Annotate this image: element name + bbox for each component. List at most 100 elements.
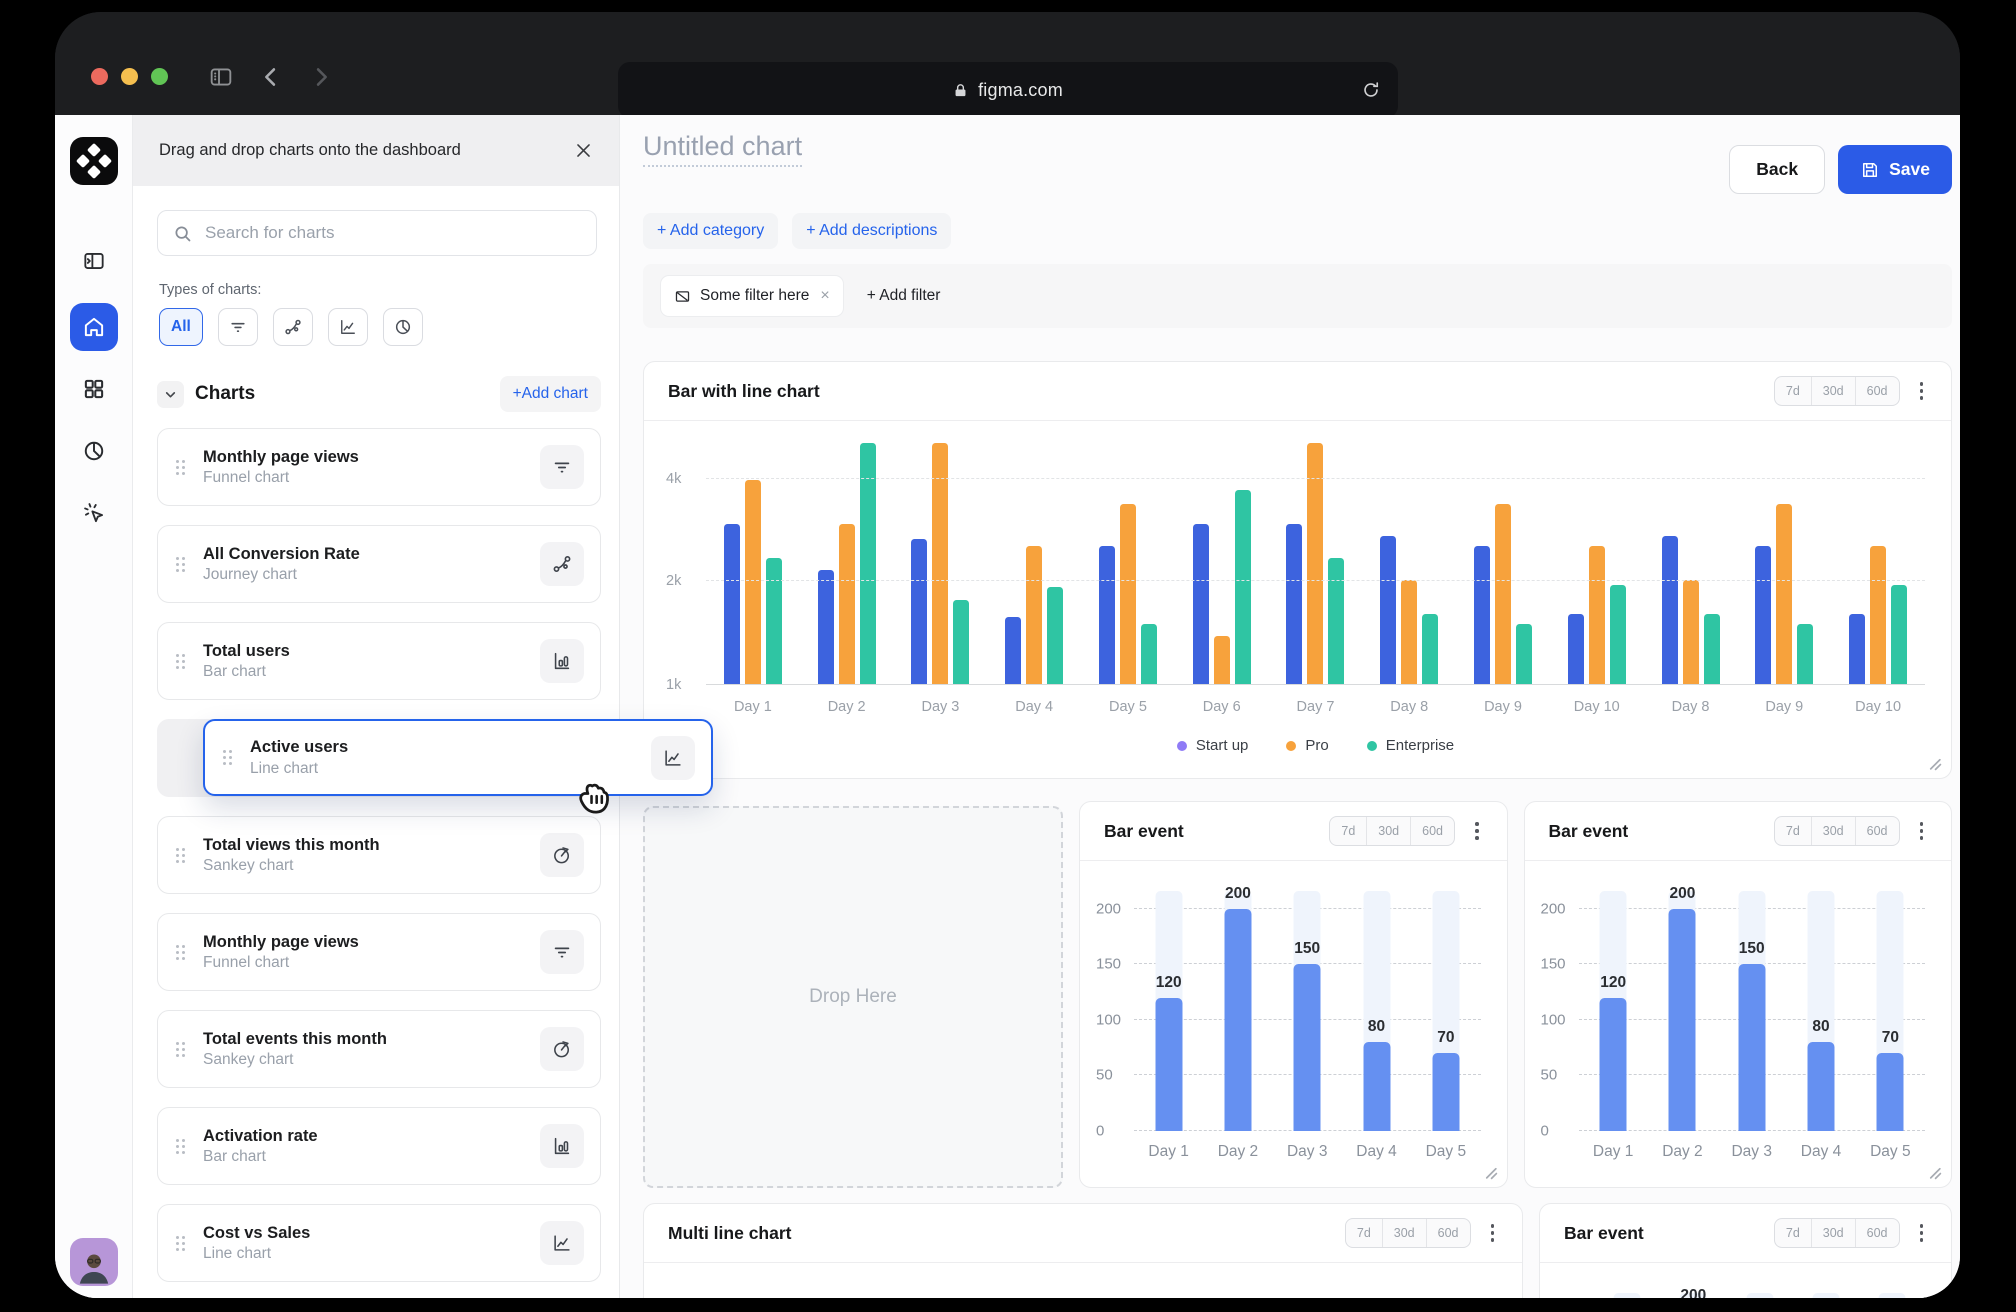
- kebab-menu-icon[interactable]: [1916, 378, 1928, 404]
- resize-handle[interactable]: [1483, 1165, 1498, 1180]
- close-window-button[interactable]: [91, 68, 108, 85]
- bar[interactable]: [1669, 909, 1696, 1131]
- drag-handle-icon[interactable]: [176, 1042, 185, 1057]
- bar[interactable]: [1877, 1053, 1904, 1131]
- resize-handle[interactable]: [1927, 1165, 1942, 1180]
- timeframe-30d-button[interactable]: 30d: [1811, 377, 1855, 405]
- bar-enterprise[interactable]: [1797, 624, 1813, 685]
- type-filter-line-chart-icon[interactable]: [328, 308, 368, 346]
- add-chart-button[interactable]: +Add chart: [500, 376, 601, 412]
- remove-filter-icon[interactable]: ×: [820, 287, 829, 305]
- bar[interactable]: [1224, 909, 1251, 1131]
- bar-start-up[interactable]: [911, 539, 927, 685]
- bar-start-up[interactable]: [1568, 614, 1584, 685]
- dragged-card-active-users[interactable]: Active users Line chart: [203, 719, 713, 796]
- sidebar-item-home[interactable]: [70, 303, 118, 351]
- bar-start-up[interactable]: [818, 570, 834, 685]
- timeframe-7d-button[interactable]: 7d: [1775, 1219, 1811, 1247]
- chart-card-total-views-this-month[interactable]: Total views this month Sankey chart: [157, 816, 601, 894]
- back-button[interactable]: Back: [1729, 145, 1825, 194]
- bar-enterprise[interactable]: [1235, 490, 1251, 685]
- drag-handle-icon[interactable]: [176, 654, 185, 669]
- bar-pro[interactable]: [1026, 546, 1042, 685]
- address-bar[interactable]: figma.com: [618, 62, 1398, 118]
- bar-start-up[interactable]: [1286, 524, 1302, 685]
- bar-enterprise[interactable]: [953, 600, 969, 685]
- bar-enterprise[interactable]: [860, 443, 876, 685]
- bar-start-up[interactable]: [1849, 614, 1865, 685]
- chart-card-total-events-this-month[interactable]: Total events this month Sankey chart: [157, 1010, 601, 1088]
- bar-start-up[interactable]: [1099, 546, 1115, 685]
- timeframe-60d-button[interactable]: 60d: [1855, 817, 1899, 845]
- refresh-icon[interactable]: [1360, 79, 1382, 101]
- bar-start-up[interactable]: [1005, 617, 1021, 685]
- drag-handle-icon[interactable]: [176, 945, 185, 960]
- bar-pro[interactable]: [1120, 504, 1136, 685]
- close-icon[interactable]: [574, 141, 593, 160]
- bar-pro[interactable]: [1214, 636, 1230, 685]
- panel-toggle-icon[interactable]: [70, 237, 118, 285]
- bar-pro[interactable]: [1683, 580, 1699, 685]
- chart-card-activation-rate[interactable]: Activation rate Bar chart: [157, 1107, 601, 1185]
- fullscreen-window-button[interactable]: [151, 68, 168, 85]
- page-title[interactable]: Untitled chart: [643, 131, 802, 167]
- bar-enterprise[interactable]: [1516, 624, 1532, 685]
- avatar[interactable]: [70, 1238, 118, 1286]
- add-descriptions-button[interactable]: + Add descriptions: [792, 213, 951, 249]
- timeframe-7d-button[interactable]: 7d: [1775, 377, 1811, 405]
- app-logo[interactable]: [70, 137, 118, 185]
- timeframe-7d-button[interactable]: 7d: [1330, 817, 1366, 845]
- legend-item[interactable]: Start up: [1177, 737, 1249, 754]
- browser-back-icon[interactable]: [256, 62, 286, 92]
- sidebar-item-dashboards[interactable]: [70, 365, 118, 413]
- chart-card-all-conversion-rate[interactable]: All Conversion Rate Journey chart: [157, 525, 601, 603]
- bar-start-up[interactable]: [1755, 546, 1771, 685]
- bar-start-up[interactable]: [1380, 536, 1396, 685]
- legend-item[interactable]: Pro: [1286, 737, 1328, 754]
- bar-enterprise[interactable]: [1704, 614, 1720, 685]
- chevron-down-icon[interactable]: [157, 381, 184, 408]
- bar-start-up[interactable]: [724, 524, 740, 685]
- sidebar-item-events[interactable]: [70, 489, 118, 537]
- drag-handle-icon[interactable]: [176, 557, 185, 572]
- window-sidebar-icon[interactable]: [206, 62, 236, 92]
- drag-handle-icon[interactable]: [176, 848, 185, 863]
- drag-handle-icon[interactable]: [223, 750, 232, 765]
- bar-pro[interactable]: [932, 443, 948, 685]
- bar-enterprise[interactable]: [1047, 587, 1063, 685]
- bar-start-up[interactable]: [1474, 546, 1490, 685]
- timeframe-30d-button[interactable]: 30d: [1811, 817, 1855, 845]
- bar-pro[interactable]: [839, 524, 855, 685]
- bar-enterprise[interactable]: [766, 558, 782, 685]
- kebab-menu-icon[interactable]: [1471, 818, 1483, 844]
- bar[interactable]: [1600, 998, 1627, 1131]
- resize-handle[interactable]: [1927, 756, 1942, 771]
- timeframe-60d-button[interactable]: 60d: [1426, 1219, 1470, 1247]
- bar-pro[interactable]: [1870, 546, 1886, 685]
- bar-pro[interactable]: [1307, 443, 1323, 685]
- bar-enterprise[interactable]: [1422, 614, 1438, 685]
- timeframe-30d-button[interactable]: 30d: [1811, 1219, 1855, 1247]
- bar-start-up[interactable]: [1193, 524, 1209, 685]
- search-input[interactable]: [203, 222, 582, 244]
- bar[interactable]: [1808, 1042, 1835, 1131]
- type-filter-journey-icon[interactable]: [273, 308, 313, 346]
- timeframe-7d-button[interactable]: 7d: [1775, 817, 1811, 845]
- add-category-button[interactable]: + Add category: [643, 213, 778, 249]
- bar-pro[interactable]: [745, 480, 761, 685]
- bar-pro[interactable]: [1589, 546, 1605, 685]
- bar-enterprise[interactable]: [1891, 585, 1907, 685]
- kebab-menu-icon[interactable]: [1916, 818, 1928, 844]
- timeframe-30d-button[interactable]: 30d: [1366, 817, 1410, 845]
- timeframe-60d-button[interactable]: 60d: [1410, 817, 1454, 845]
- drag-handle-icon[interactable]: [176, 1139, 185, 1154]
- kebab-menu-icon[interactable]: [1916, 1220, 1928, 1246]
- chart-card-monthly-page-views[interactable]: Monthly page views Funnel chart: [157, 913, 601, 991]
- timeframe-30d-button[interactable]: 30d: [1382, 1219, 1426, 1247]
- bar-enterprise[interactable]: [1141, 624, 1157, 685]
- bar-start-up[interactable]: [1662, 536, 1678, 685]
- bar-pro[interactable]: [1776, 504, 1792, 685]
- bar[interactable]: [1432, 1053, 1459, 1131]
- save-button[interactable]: Save: [1838, 145, 1952, 194]
- bar-pro[interactable]: [1401, 580, 1417, 685]
